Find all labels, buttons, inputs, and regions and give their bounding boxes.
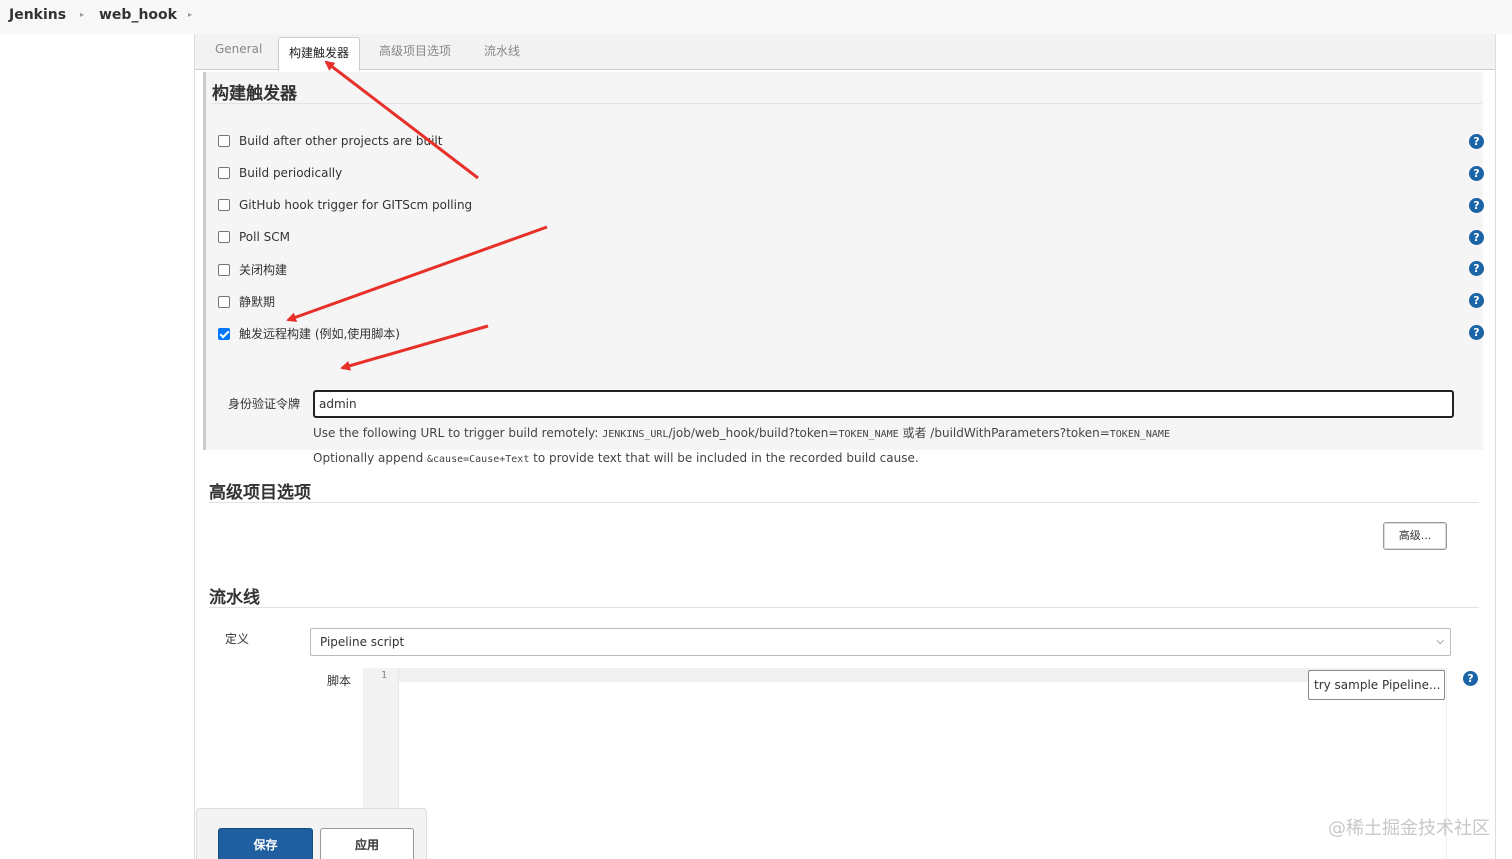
help-icon[interactable]: ?	[1469, 230, 1484, 245]
help-icon[interactable]: ?	[1469, 198, 1484, 213]
advanced-button[interactable]: 高级...	[1383, 522, 1447, 550]
checkbox[interactable]	[218, 167, 230, 179]
checkbox[interactable]	[218, 199, 230, 211]
script-editor[interactable]: 1	[363, 668, 1447, 859]
auth-token-input[interactable]: admin	[313, 390, 1454, 418]
checkbox[interactable]	[218, 295, 230, 308]
breadcrumb: Jenkins ▸ web_hook ▸	[0, 0, 1512, 34]
option-label: Build after other projects are built	[239, 134, 443, 148]
section-divider	[209, 502, 1479, 503]
breadcrumb-chevron-icon[interactable]: ▸	[188, 10, 192, 19]
section-title: 构建触发器	[212, 84, 297, 104]
auth-token-label: 身份验证令牌	[228, 397, 301, 411]
help-icon[interactable]: ?	[1469, 293, 1484, 308]
cause-hint: Optionally append &cause=Cause+Text to p…	[313, 451, 919, 465]
tab-advanced-options[interactable]: 高级项目选项	[379, 42, 451, 59]
breadcrumb-jenkins-link[interactable]: Jenkins	[9, 7, 66, 23]
breadcrumb-chevron-icon[interactable]: ▸	[80, 10, 84, 19]
sample-select-value: try sample Pipeline...	[1314, 678, 1441, 692]
tab-build-triggers[interactable]: 构建触发器	[278, 37, 360, 71]
checkbox[interactable]	[218, 231, 230, 243]
option-label: GitHub hook trigger for GITScm polling	[239, 198, 473, 212]
checkbox[interactable]	[218, 263, 230, 276]
hint-code: TOKEN_NAME	[1109, 429, 1170, 440]
checkbox-checked[interactable]	[218, 327, 230, 340]
hint-text: Use the following URL to trigger build r…	[313, 426, 603, 440]
definition-select[interactable]: Pipeline script ⌵	[310, 628, 1451, 656]
hint-code: &cause=Cause+Text	[427, 454, 530, 465]
option-label: 关闭构建	[239, 263, 288, 277]
help-icon[interactable]: ?	[1469, 166, 1484, 181]
option-label: Poll SCM	[239, 230, 290, 244]
trigger-option-github-hook[interactable]: GitHub hook trigger for GITScm polling	[218, 198, 472, 212]
sample-pipeline-select[interactable]: try sample Pipeline...	[1308, 670, 1445, 700]
bottom-action-bar: 保存 应用	[196, 808, 427, 859]
trigger-option-build-after[interactable]: Build after other projects are built	[218, 134, 442, 148]
definition-value: Pipeline script	[320, 635, 405, 649]
line-number: 1	[381, 670, 388, 681]
hint-text: /job/web_hook/build?token=	[668, 426, 839, 440]
trigger-option-quiet-period[interactable]: 静默期	[218, 293, 275, 310]
trigger-option-remote-build[interactable]: 触发远程构建 (例如,使用脚本)	[218, 325, 400, 342]
tab-general[interactable]: General	[215, 42, 262, 56]
checkbox[interactable]	[218, 135, 230, 147]
breadcrumb-job-link[interactable]: web_hook	[99, 7, 177, 23]
hint-text: Optionally append	[313, 451, 427, 465]
remote-url-hint: Use the following URL to trigger build r…	[313, 424, 1170, 441]
watermark: @稀土掘金技术社区	[1328, 818, 1490, 839]
config-tabbar: General 构建触发器 高级项目选项 流水线	[195, 34, 1495, 71]
save-button[interactable]: 保存	[218, 828, 313, 859]
hint-text: to provide text that will be included in…	[529, 451, 919, 465]
tab-pipeline[interactable]: 流水线	[484, 42, 520, 59]
trigger-option-build-periodically[interactable]: Build periodically	[218, 166, 342, 180]
config-panel: General 构建触发器 高级项目选项 流水线 构建触发器 Build aft…	[194, 34, 1496, 859]
hint-text: 或者 /buildWithParameters?token=	[898, 426, 1110, 440]
section-divider	[212, 103, 1482, 104]
trigger-option-poll-scm[interactable]: Poll SCM	[218, 230, 290, 244]
definition-label: 定义	[225, 632, 250, 646]
help-icon[interactable]: ?	[1469, 261, 1484, 276]
pipeline-section-title: 流水线	[209, 588, 260, 608]
option-label: 静默期	[239, 295, 276, 309]
apply-button[interactable]: 应用	[320, 828, 414, 859]
advanced-section-title: 高级项目选项	[209, 483, 311, 503]
help-icon[interactable]: ?	[1469, 325, 1484, 340]
editor-active-line	[399, 668, 1445, 682]
trigger-option-disable-build[interactable]: 关闭构建	[218, 261, 287, 278]
help-icon[interactable]: ?	[1469, 134, 1484, 149]
hint-code: TOKEN_NAME	[838, 429, 899, 440]
script-label: 脚本	[327, 674, 352, 688]
build-triggers-section: 构建触发器 Build after other projects are bui…	[203, 72, 1484, 465]
chevron-down-icon: ⌵	[1436, 636, 1444, 647]
option-label: 触发远程构建 (例如,使用脚本)	[239, 327, 400, 341]
section-divider	[209, 607, 1479, 608]
option-label: Build periodically	[239, 166, 343, 180]
help-icon[interactable]: ?	[1463, 671, 1478, 686]
hint-code: JENKINS_URL	[602, 429, 669, 440]
